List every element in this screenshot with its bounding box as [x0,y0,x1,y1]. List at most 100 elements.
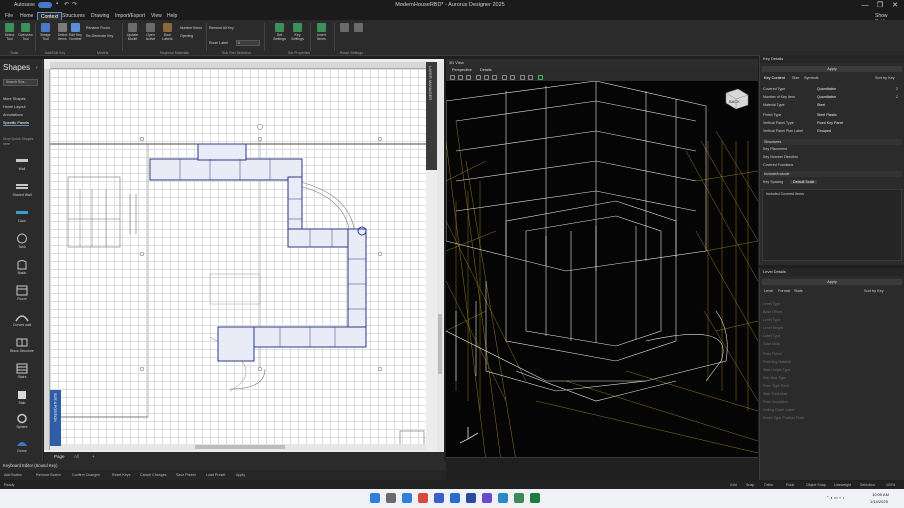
shape-dome[interactable]: Dome [4,437,40,453]
insert-items-button[interactable]: Insert Items [314,23,329,41]
wireframe-model[interactable]: BACK [446,81,758,457]
bridge-tool-button[interactable]: Bridge Tool [38,23,53,41]
status-lineweight[interactable]: Lineweight [834,483,851,487]
key-apply-button[interactable]: Apply [762,66,902,72]
minimize-button[interactable]: — [858,0,872,11]
sort-by-key[interactable]: Sort by Key [864,289,884,293]
scroll-thumb[interactable] [438,314,442,374]
wireframe-icon[interactable] [484,75,489,80]
property-row[interactable]: Material Type Steel [762,103,902,109]
status-snap[interactable]: Snap [746,483,754,487]
status-selection[interactable]: Selection [860,483,875,487]
menu-home[interactable]: Home [17,12,36,20]
overview-tool-button[interactable]: Overview Tool [18,23,33,41]
clock-time[interactable]: 10:05 AM [872,492,889,497]
open-active-button[interactable]: Open Active [143,23,158,41]
redo-icon[interactable]: ↷ [72,1,79,8]
view-cube[interactable]: BACK [725,88,749,110]
horizontal-scrollbar[interactable] [50,444,426,450]
keyboard-action[interactable]: Save Preset [176,473,196,477]
shape-curved-wall[interactable]: Curved wall [4,311,40,327]
stencil-specific-panels[interactable]: Specific Panels [3,121,29,126]
tab-level[interactable]: Level [764,289,773,293]
add-page-button[interactable]: + [88,453,99,460]
set-settings-button[interactable]: Set Settings [272,23,287,41]
menu-file[interactable]: File [2,12,16,20]
rename-floors-item[interactable]: Rename Floors [86,26,110,30]
save-icon[interactable]: ▪ [56,1,63,8]
status-ortho[interactable]: Ortho [764,483,773,487]
tab-key-content[interactable]: Key Content [764,76,785,80]
section-structures[interactable]: Structures [762,139,902,145]
shape-tank[interactable]: Tank [4,233,40,249]
menu-import-export[interactable]: Import/Export [112,12,148,20]
zoom-icon[interactable] [466,75,471,80]
sort-by-key[interactable]: Sort by Key [875,76,895,80]
keyboard-action[interactable]: Reset Keys [112,473,130,477]
start-icon[interactable] [370,493,380,503]
property-row[interactable]: Covered Type Quantitative 2 [762,87,902,93]
vertical-scrollbar[interactable] [437,62,443,452]
property-row[interactable]: Key Number Direction [762,155,902,161]
camera-icon[interactable] [510,75,515,80]
door-labels-button[interactable]: Door Labels [160,23,175,41]
floor-plan[interactable] [50,69,426,450]
level-apply-button[interactable]: Apply [762,279,902,285]
stencil-more-shapes[interactable]: More Shapes [3,97,26,101]
covered-items-list[interactable]: Included Covered Items [762,189,902,261]
menu-drawing[interactable]: Drawing [88,12,112,20]
section-include[interactable]: Include/Include [762,171,902,177]
app-icon[interactable] [514,493,524,503]
pan-icon[interactable] [458,75,463,80]
menu-structures[interactable]: Structures [59,12,88,20]
autosave-toggle[interactable] [38,2,52,8]
mail-icon[interactable] [434,493,444,503]
keyboard-action[interactable]: Remove Button [36,473,61,477]
search-icon[interactable] [386,493,396,503]
render-icon[interactable] [520,75,525,80]
room-label-input[interactable]: 0 [236,40,260,46]
edit-key-number-button[interactable]: Edit Key Number [68,23,83,41]
3d-wireframe-scene[interactable]: BACK [446,81,758,457]
shape-basin[interactable]: Basin [4,259,40,275]
opening-item[interactable]: Opening [180,34,193,38]
tab-perspective[interactable]: Perspective [452,68,472,72]
undo-icon[interactable]: ↶ [64,1,71,8]
select-tool-button[interactable]: Select Tool [2,23,17,41]
scroll-thumb[interactable] [195,445,285,449]
collapse-icon[interactable]: ‹ [36,65,38,71]
status-grid[interactable]: Grid [730,483,737,487]
property-row[interactable]: Covered Functions [762,163,902,169]
tab-details[interactable]: Details [480,68,492,72]
menu-view[interactable]: View [148,12,165,20]
tab-stats[interactable]: Stats [794,289,803,293]
excel-icon[interactable] [530,493,540,503]
shape-wall[interactable]: Wall [4,155,40,171]
keyboard-action[interactable]: Apply [236,473,245,477]
cloud-button[interactable] [351,23,366,32]
property-row[interactable]: Vertical Panel Plan Label Grouped [762,129,902,135]
sun-icon[interactable] [538,75,543,80]
property-row[interactable]: Number of Key Item Quantitative 2 [762,95,902,101]
orbit-icon[interactable] [450,75,455,80]
shape-door[interactable]: Door [4,207,40,223]
tab-size[interactable]: Size [792,76,799,80]
section-icon[interactable] [502,75,507,80]
settings-icon[interactable] [528,75,533,80]
shape-shared-wall[interactable]: Shared Wall [4,181,40,197]
keyboard-action[interactable]: Load Preset [206,473,225,477]
drawing-page[interactable] [50,69,426,450]
clock-date[interactable]: 1/14/2025 [870,499,888,504]
key-settings-button[interactable]: Key Settings [290,23,305,41]
status-polar[interactable]: Polar [786,483,794,487]
list-button[interactable] [337,23,352,32]
designer-icon[interactable] [498,493,508,503]
shape-slab[interactable]: Slab [4,389,40,405]
maximize-button[interactable]: ❐ [873,0,887,11]
stencil-annotations[interactable]: Annotations [3,113,23,117]
key-spacing-row[interactable]: Key Spacing Default Scale [762,180,902,186]
menu-help[interactable]: Help [164,12,180,20]
shaded-icon[interactable] [492,75,497,80]
shape-stairs[interactable]: Stairs [4,363,40,379]
remove-all-key-item[interactable]: Remove All Key [209,26,234,30]
